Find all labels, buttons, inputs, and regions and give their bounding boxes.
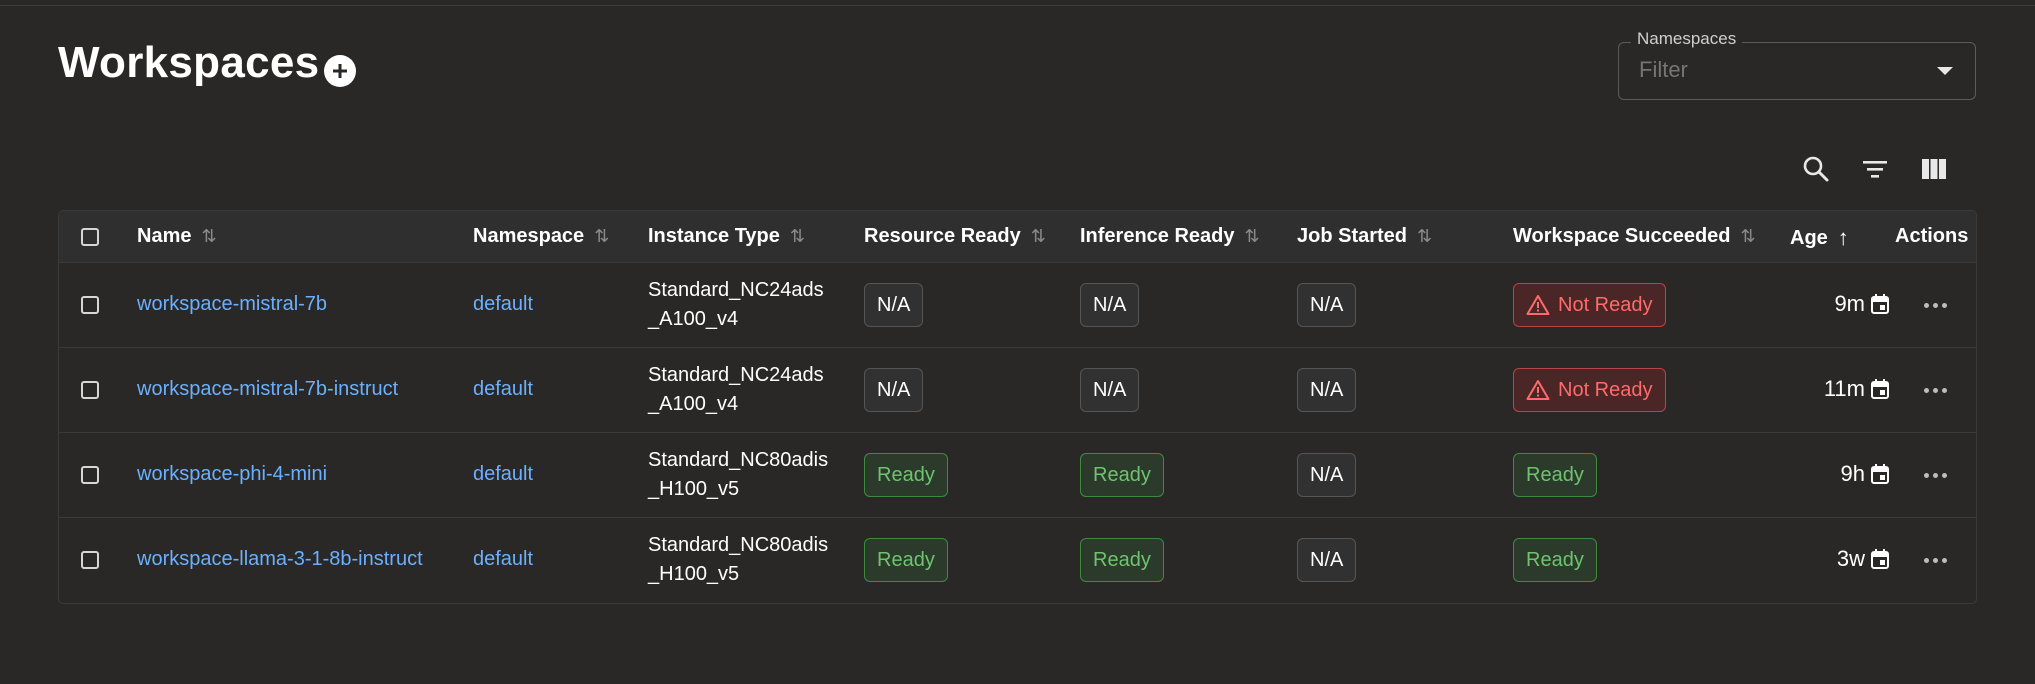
status-badge: Ready [864,538,948,582]
column-header-inference-ready[interactable]: Inference Ready ⇅ [1080,225,1260,248]
search-icon[interactable] [1800,153,1832,185]
instance-type: Standard_NC80adis _H100_v5 [648,534,829,585]
namespace-link[interactable]: default [473,548,533,571]
row-checkbox[interactable] [81,551,99,569]
calendar-icon [1871,379,1889,399]
workspaces-table: Name ⇅ Namespace ⇅ Instance Type ⇅ Resource… [58,210,1977,604]
select-all-checkbox[interactable] [81,228,99,246]
sort-icon[interactable]: ⇅ [594,226,609,247]
status-badge: Ready [1513,453,1597,497]
sort-icon[interactable]: ⇅ [201,226,216,247]
sort-icon[interactable]: ⇅ [1417,226,1432,247]
age-value: 9m [1799,291,1889,317]
status-badge: N/A [864,368,924,412]
status-badge: Not Ready [1513,368,1666,412]
table-row: workspace-mistral-7b default Standard_NC… [59,263,1976,348]
namespace-link[interactable]: default [473,293,533,316]
sort-ascending-icon[interactable]: ↑ [1838,225,1849,251]
column-header-namespace[interactable]: Namespace ⇅ [473,225,609,248]
dropdown-caret-icon[interactable] [1937,67,1953,75]
table-row: workspace-llama-3-1-8b-instruct default … [59,518,1976,603]
sort-icon[interactable]: ⇅ [790,226,805,247]
column-header-resource-ready[interactable]: Resource Ready ⇅ [864,225,1046,248]
table-row: workspace-mistral-7b-instruct default St… [59,348,1976,433]
row-actions-kebab-icon[interactable] [1919,295,1951,315]
namespace-filter-label: Namespaces [1631,29,1743,49]
warning-icon [1526,294,1550,316]
age-value: 3w [1799,546,1889,572]
table-header: Name ⇅ Namespace ⇅ Instance Type ⇅ Resource… [59,211,1976,263]
namespace-link[interactable]: default [473,463,533,486]
status-badge: Not Ready [1513,283,1666,327]
column-header-job-started[interactable]: Job Started ⇅ [1297,225,1432,248]
status-badge: N/A [1080,283,1140,327]
add-workspace-button[interactable] [324,55,356,87]
status-badge: Ready [1513,538,1597,582]
namespace-filter[interactable]: Namespaces [1618,29,1976,100]
status-badge: Ready [1080,538,1164,582]
calendar-icon [1871,549,1889,569]
calendar-icon [1871,464,1889,484]
warning-icon [1526,379,1550,401]
row-actions-kebab-icon[interactable] [1919,465,1951,485]
row-actions-kebab-icon[interactable] [1919,550,1951,570]
instance-type: Standard_NC24ads _A100_v4 [648,279,824,330]
status-badge: N/A [1297,453,1357,497]
instance-type: Standard_NC24ads _A100_v4 [648,364,824,415]
column-header-age[interactable]: Age ↑ [1790,225,1849,251]
row-actions-kebab-icon[interactable] [1919,380,1951,400]
age-value: 9h [1799,461,1889,487]
columns-icon[interactable] [1918,153,1950,185]
column-header-instance-type[interactable]: Instance Type ⇅ [648,225,805,248]
table-row: workspace-phi-4-mini default Standard_NC… [59,433,1976,518]
top-divider [0,5,2035,6]
filter-icon[interactable] [1859,153,1891,185]
status-badge: N/A [1297,538,1357,582]
status-badge: N/A [1080,368,1140,412]
column-header-workspace-succeeded[interactable]: Workspace Succeeded ⇅ [1513,225,1756,248]
namespace-filter-input[interactable] [1639,57,1909,83]
status-badge: N/A [1297,368,1357,412]
row-checkbox[interactable] [81,381,99,399]
sort-icon[interactable]: ⇅ [1245,226,1260,247]
sort-icon[interactable]: ⇅ [1741,226,1756,247]
status-badge: N/A [1297,283,1357,327]
row-checkbox[interactable] [81,296,99,314]
row-checkbox[interactable] [81,466,99,484]
status-badge: Ready [1080,453,1164,497]
calendar-icon [1871,294,1889,314]
column-header-actions: Actions [1895,225,1969,247]
workspace-name-link[interactable]: workspace-phi-4-mini [137,463,327,486]
sort-icon[interactable]: ⇅ [1031,226,1046,247]
instance-type: Standard_NC80adis _H100_v5 [648,449,829,500]
workspace-name-link[interactable]: workspace-mistral-7b [137,293,327,316]
workspace-name-link[interactable]: workspace-mistral-7b-instruct [137,378,398,401]
status-badge: N/A [864,283,924,327]
column-header-name[interactable]: Name ⇅ [137,225,217,248]
age-value: 11m [1799,376,1889,402]
namespace-link[interactable]: default [473,378,533,401]
plus-icon [333,64,347,78]
workspace-name-link[interactable]: workspace-llama-3-1-8b-instruct [137,548,423,571]
status-badge: Ready [864,453,948,497]
page-title: Workspaces [58,38,320,87]
